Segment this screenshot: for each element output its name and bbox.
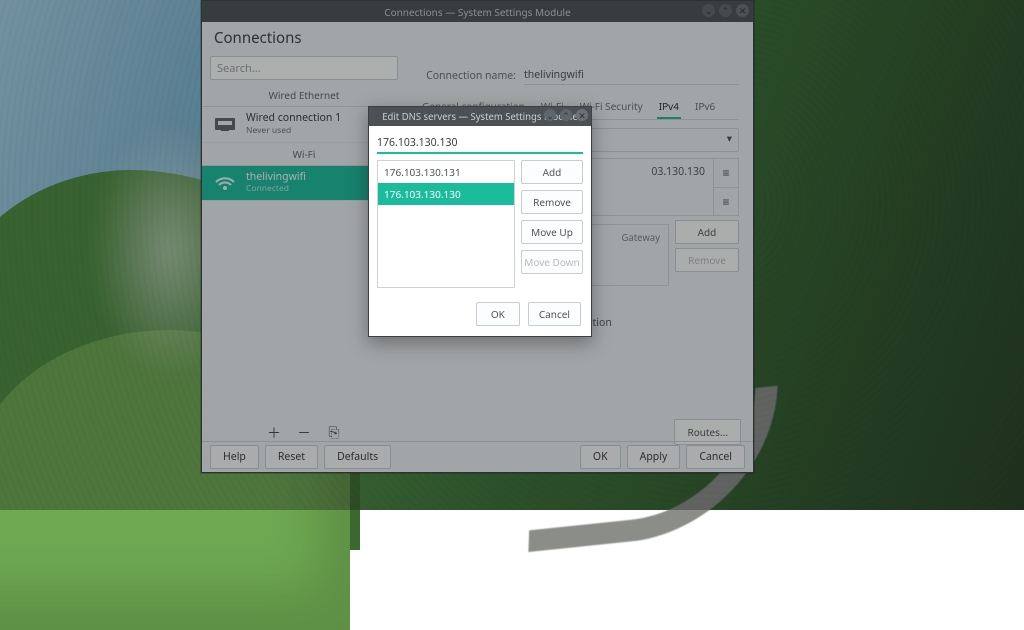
dns-list-item[interactable]: 176.103.130.131 xyxy=(378,161,514,183)
modal-close-icon[interactable]: ✕ xyxy=(576,109,588,121)
edit-dns-modal: Edit DNS servers — System Settings Modul… xyxy=(368,106,592,337)
modal-maximize-icon[interactable]: ⌃ xyxy=(560,109,572,121)
dns-input[interactable]: 176.103.130.130 xyxy=(377,134,583,154)
dns-list[interactable]: 176.103.130.131 176.103.130.130 xyxy=(377,160,515,288)
dns-add-button[interactable]: Add xyxy=(521,160,583,184)
modal-cancel-button[interactable]: Cancel xyxy=(528,302,581,326)
dns-moveup-button[interactable]: Move Up xyxy=(521,220,583,244)
dns-remove-button[interactable]: Remove xyxy=(521,190,583,214)
dns-movedown-button[interactable]: Move Down xyxy=(521,250,583,274)
modal-ok-button[interactable]: OK xyxy=(476,302,520,326)
modal-titlebar[interactable]: Edit DNS servers — System Settings Modul… xyxy=(369,107,591,126)
dns-input-value: 176.103.130.130 xyxy=(377,136,458,150)
modal-minimize-icon[interactable]: ⌄ xyxy=(544,109,556,121)
dns-list-item-selected[interactable]: 176.103.130.130 xyxy=(378,183,514,205)
